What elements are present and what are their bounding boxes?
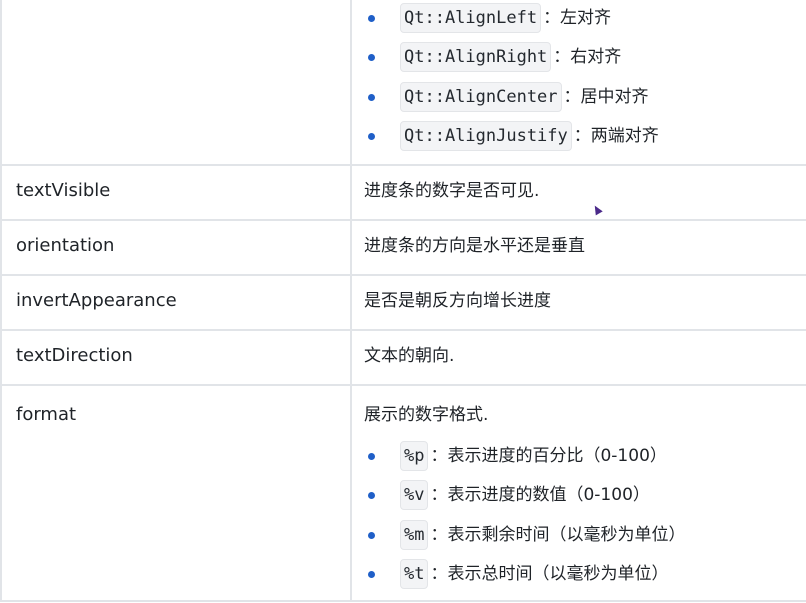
property-name: invertAppearance [0,276,352,329]
code-span: %t [400,559,429,590]
bullet-icon [368,531,375,539]
code-span: %m [400,519,429,550]
format-list: %p ：表示进度的百分比（0-100） %v ：表示进度的数值（0-100） %… [364,436,794,594]
list-item: %v ：表示进度的数值（0-100） [364,476,794,516]
table-row-alignment: Qt::AlignLeft ：左对齐 Qt::AlignRight ：右对齐 Q… [0,0,806,166]
list-item: Qt::AlignLeft ：左对齐 [364,0,794,38]
property-name-cell [0,0,352,164]
table-row: orientation 进度条的方向是水平还是垂直 [0,221,806,276]
list-item: %p ：表示进度的百分比（0-100） [364,436,794,476]
code-span: Qt::AlignRight [400,42,552,73]
property-desc: 是否是朝反方向增长进度 [364,291,551,311]
item-desc: ：左对齐 [543,7,612,28]
table-row: invertAppearance 是否是朝反方向增长进度 [0,276,806,331]
properties-table: Qt::AlignLeft ：左对齐 Qt::AlignRight ：右对齐 Q… [0,0,806,602]
item-desc: ：右对齐 [553,47,622,68]
property-name: textDirection [0,331,352,384]
bullet-icon [368,452,375,460]
bullet-icon [368,54,375,62]
bullet-icon [368,93,375,101]
list-item: Qt::AlignJustify ：两端对齐 [364,117,794,157]
property-name: textVisible [0,166,352,219]
item-desc: ：表示总时间（以毫秒为单位） [430,564,669,585]
list-item: Qt::AlignCenter ：居中对齐 [364,77,794,117]
property-desc: 文本的朝向. [364,346,455,366]
code-span: %v [400,480,429,511]
item-desc: ：两端对齐 [573,126,659,147]
list-item: %m ：表示剩余时间（以毫秒为单位） [364,515,794,555]
alignment-list: Qt::AlignLeft ：左对齐 Qt::AlignRight ：右对齐 Q… [364,0,794,156]
code-span: %p [400,440,429,471]
property-desc: 进度条的数字是否可见. [364,181,540,201]
item-desc: ：居中对齐 [563,86,649,107]
code-span: Qt::AlignLeft [400,2,542,33]
property-desc-cell: Qt::AlignLeft ：左对齐 Qt::AlignRight ：右对齐 Q… [352,0,806,164]
bullet-icon [368,492,375,500]
bullet-icon [368,571,375,579]
code-span: Qt::AlignCenter [400,81,562,112]
list-item: Qt::AlignRight ：右对齐 [364,38,794,78]
bullet-icon [368,133,375,141]
property-desc-cell: 展示的数字格式. %p ：表示进度的百分比（0-100） %v ：表示进度的数值… [352,386,806,600]
table-row-format: format 展示的数字格式. %p ：表示进度的百分比（0-100） %v ：… [0,386,806,602]
property-desc: 进度条的方向是水平还是垂直 [364,236,585,256]
table-row: textVisible 进度条的数字是否可见. [0,166,806,221]
item-desc: ：表示进度的百分比（0-100） [430,445,667,466]
property-name: orientation [0,221,352,274]
item-desc: ：表示进度的数值（0-100） [430,485,650,506]
item-desc: ：表示剩余时间（以毫秒为单位） [430,524,686,545]
property-name: format [0,386,352,600]
list-item: %t ：表示总时间（以毫秒为单位） [364,555,794,595]
table-row: textDirection 文本的朝向. [0,331,806,386]
format-intro: 展示的数字格式. [364,405,489,425]
bullet-icon [368,14,375,22]
code-span: Qt::AlignJustify [400,121,572,152]
